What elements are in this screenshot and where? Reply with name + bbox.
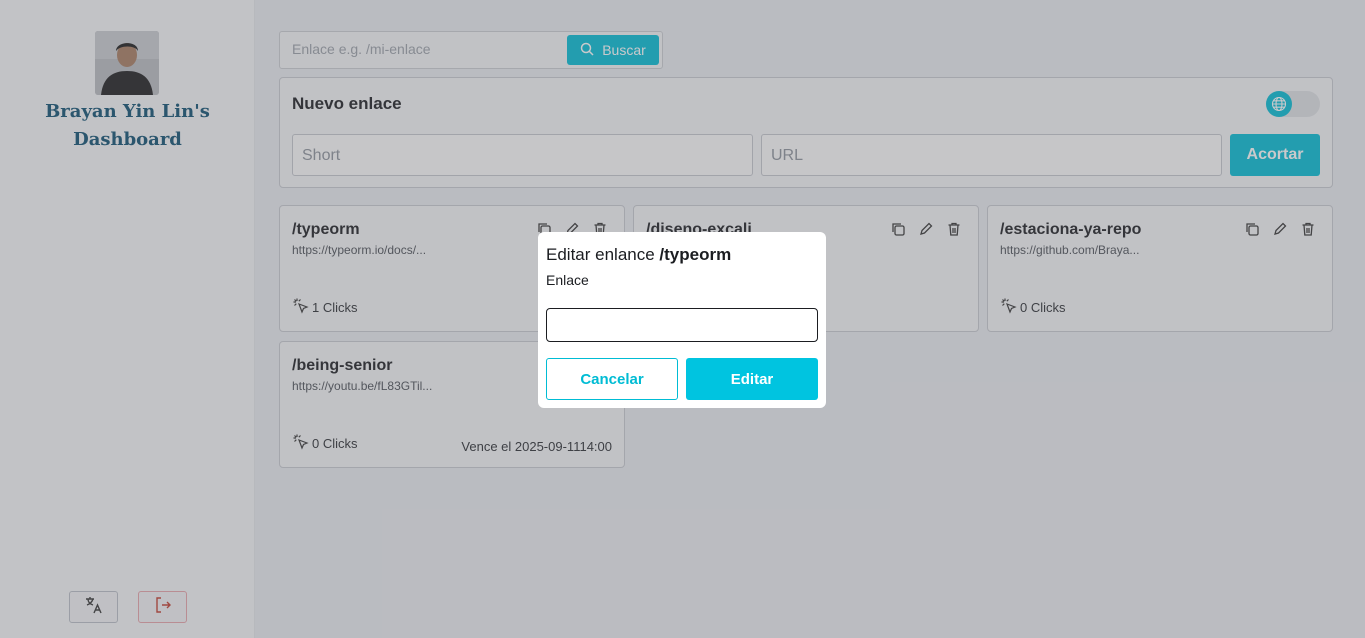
dialog-title: Editar enlance /typeorm: [546, 245, 731, 265]
dialog-title-link: /typeorm: [659, 245, 732, 264]
edit-button[interactable]: Editar: [686, 358, 818, 400]
link-field-label: Enlace: [546, 272, 589, 288]
edit-link-dialog: Editar enlance /typeorm Enlace Cancelar …: [538, 232, 826, 408]
dialog-title-prefix: Editar enlance: [546, 245, 655, 264]
link-edit-input[interactable]: [546, 308, 818, 342]
cancel-button[interactable]: Cancelar: [546, 358, 678, 400]
